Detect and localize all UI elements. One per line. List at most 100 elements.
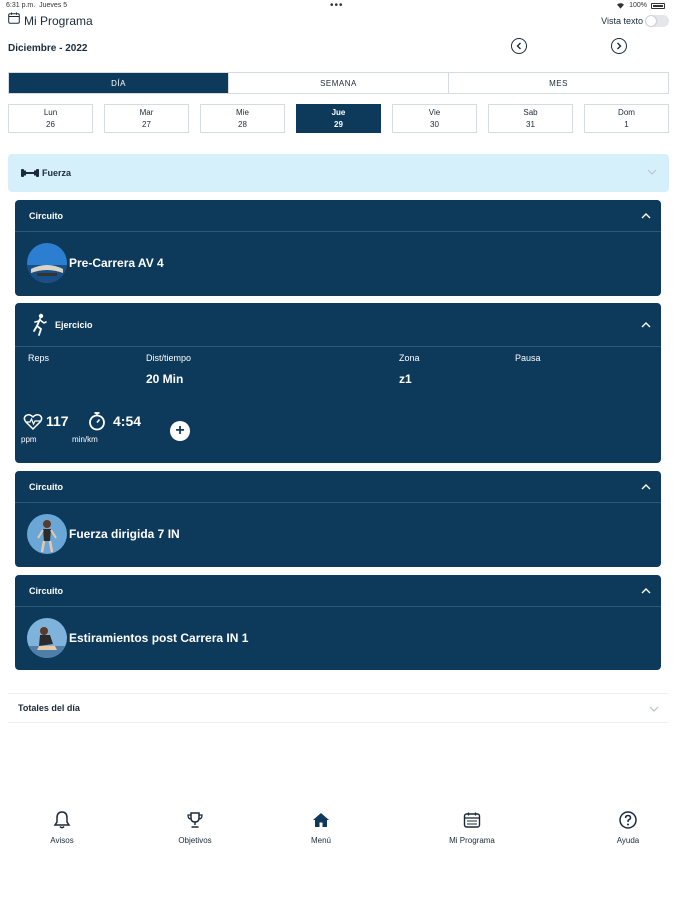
wifi-icon xyxy=(617,3,625,9)
section-fuerza[interactable]: Fuerza xyxy=(8,154,669,192)
battery-icon xyxy=(651,2,665,9)
chevron-up-icon xyxy=(641,588,651,594)
tab-dia[interactable]: DÍA xyxy=(9,73,229,93)
zona-label: Zona xyxy=(399,353,420,363)
exercise-details: Reps Dist/tiempo 20 Min Zona z1 Pausa xyxy=(15,347,661,407)
workout-name: Estiramientos post Carrera IN 1 xyxy=(69,631,249,645)
card-body[interactable]: Estiramientos post Carrera IN 1 xyxy=(15,607,661,669)
tab-label: Avisos xyxy=(50,836,74,845)
card-header[interactable]: Circuito xyxy=(15,200,661,232)
day-totals-label: Totales del día xyxy=(18,703,80,713)
calendar-icon xyxy=(463,812,481,828)
day-vie[interactable]: Vie 30 xyxy=(392,104,477,133)
card-header-label: Circuito xyxy=(29,585,64,596)
pausa-label: Pausa xyxy=(515,353,541,363)
tab-mes[interactable]: MES xyxy=(449,73,668,93)
help-icon xyxy=(619,811,637,829)
chevron-down-icon xyxy=(647,169,657,175)
tab-label: Mi Programa xyxy=(449,836,495,845)
chevron-right-icon xyxy=(617,42,622,50)
tab-label: Menú xyxy=(310,836,331,845)
day-name: Sab xyxy=(523,108,538,117)
pausa-column: Pausa xyxy=(515,353,541,363)
tab-ayuda[interactable]: Ayuda xyxy=(588,810,668,845)
section-title: Fuerza xyxy=(42,168,72,178)
exercise-card[interactable]: Ejercicio Reps Dist/tiempo 20 Min Zona z… xyxy=(15,303,661,463)
card-header[interactable]: Circuito xyxy=(15,471,661,503)
vista-texto-toggle[interactable] xyxy=(645,15,669,27)
card-body[interactable]: Fuerza dirigida 7 IN xyxy=(15,503,661,565)
workout-thumbnail xyxy=(27,514,67,554)
status-right: 100% xyxy=(616,2,665,9)
day-number: 31 xyxy=(526,120,535,129)
workout-name: Fuerza dirigida 7 IN xyxy=(69,527,180,541)
day-jue[interactable]: Jue 29 xyxy=(296,104,381,133)
calendar-icon xyxy=(8,12,20,24)
app-header: Mi Programa Vista texto xyxy=(0,10,675,32)
tab-label: Objetivos xyxy=(178,836,212,845)
tab-mi-programa[interactable]: Mi Programa xyxy=(432,810,512,845)
workout-name: Pre-Carrera AV 4 xyxy=(69,256,164,270)
page-title: Mi Programa xyxy=(24,14,93,28)
day-totals-row[interactable]: Totales del día xyxy=(8,693,669,723)
day-name: Jue xyxy=(331,108,346,117)
circuit-card[interactable]: Circuito Pre-Carrera AV 4 xyxy=(15,200,661,296)
next-button[interactable] xyxy=(611,38,627,54)
home-icon xyxy=(313,813,329,827)
tab-objetivos[interactable]: Objetivos xyxy=(155,810,235,845)
trophy-icon xyxy=(187,812,203,828)
card-header[interactable]: Ejercicio xyxy=(15,303,661,347)
day-number: 26 xyxy=(46,120,55,129)
day-sab[interactable]: Sab 31 xyxy=(488,104,573,133)
day-dom[interactable]: Dom 1 xyxy=(584,104,669,133)
day-number: 1 xyxy=(624,120,629,129)
day-number: 29 xyxy=(334,120,343,129)
running-icon xyxy=(33,313,47,336)
chevron-down-icon xyxy=(649,706,659,712)
view-tabs: DÍA SEMANA MES xyxy=(8,72,669,94)
dist-value: 20 Min xyxy=(146,372,184,386)
chevron-left-icon xyxy=(516,42,521,50)
week-days: Lun 26 Mar 27 Mie 28 Jue 29 Vie 30 Sab 31 Dom 1 xyxy=(8,104,669,134)
battery-level: 100% xyxy=(629,2,647,9)
pace-value: 4:54 xyxy=(113,413,142,429)
add-button[interactable]: + xyxy=(170,421,190,441)
dist-label: Dist/tiempo xyxy=(146,353,192,363)
card-body[interactable]: Pre-Carrera AV 4 xyxy=(15,232,661,294)
workout-thumbnail xyxy=(27,618,67,658)
prev-button[interactable] xyxy=(511,38,527,54)
day-number: 27 xyxy=(142,120,151,129)
day-name: Vie xyxy=(428,108,441,117)
day-name: Dom xyxy=(618,108,635,117)
day-lun[interactable]: Lun 26 xyxy=(8,104,93,133)
zona-column: Zona z1 xyxy=(399,353,420,386)
vista-texto-label: Vista texto xyxy=(601,16,643,26)
chevron-up-icon xyxy=(641,213,651,219)
pace-unit: min/km xyxy=(72,435,98,444)
card-header-label: Circuito xyxy=(29,481,64,492)
tab-avisos[interactable]: Avisos xyxy=(22,810,102,845)
circuit-card[interactable]: Circuito Fuerza dirigida 7 IN xyxy=(15,471,661,567)
tab-semana[interactable]: SEMANA xyxy=(229,73,449,93)
reps-label: Reps xyxy=(28,353,50,363)
card-header[interactable]: Circuito xyxy=(15,575,661,607)
day-mie[interactable]: Mie 28 xyxy=(200,104,285,133)
dumbbell-icon xyxy=(21,169,39,177)
bottom-tab-bar: Avisos Objetivos Menú Mi Programa Ayuda xyxy=(0,810,675,860)
bell-icon xyxy=(53,811,71,829)
chevron-up-icon xyxy=(641,484,651,490)
heart-rate-value: 117 xyxy=(46,413,69,429)
circuit-card[interactable]: Circuito Estiramientos post Carrera IN 1 xyxy=(15,575,661,670)
dist-column: Dist/tiempo 20 Min xyxy=(146,353,191,386)
day-mar[interactable]: Mar 27 xyxy=(104,104,189,133)
chevron-up-icon xyxy=(641,322,651,328)
heart-rate-unit: ppm xyxy=(21,435,37,444)
card-header-label: Circuito xyxy=(29,210,64,221)
tab-label: Ayuda xyxy=(616,836,640,845)
heart-rate-icon xyxy=(23,414,43,431)
card-header-label: Ejercicio xyxy=(55,319,93,330)
reps-column: Reps xyxy=(28,353,49,363)
tab-menu[interactable]: Menú xyxy=(281,810,361,845)
day-number: 28 xyxy=(238,120,247,129)
day-number: 30 xyxy=(430,120,439,129)
